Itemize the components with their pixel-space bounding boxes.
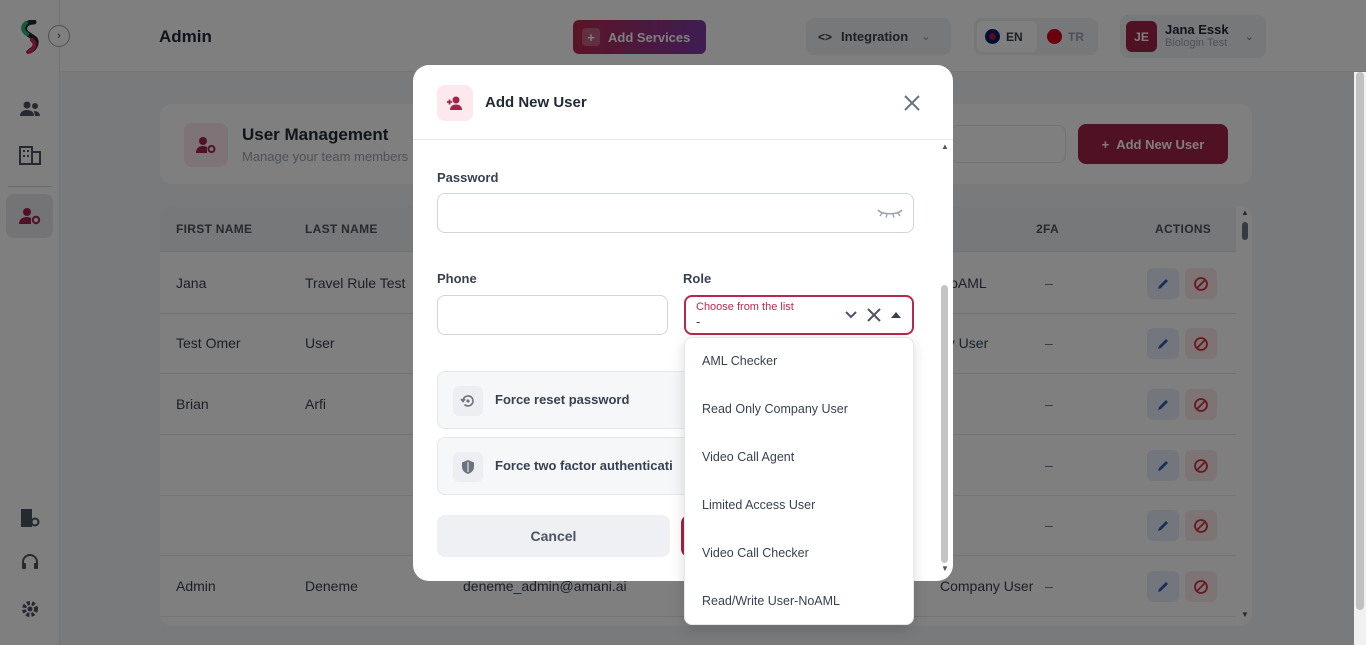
reset-password-icon	[453, 386, 483, 416]
password-label: Password	[437, 170, 499, 185]
force-reset-password-option[interactable]: Force reset password	[437, 371, 697, 429]
role-option[interactable]: Video Call Checker	[702, 546, 809, 560]
role-option[interactable]: Limited Access User	[702, 498, 815, 512]
role-option[interactable]: AML Checker	[702, 354, 777, 368]
chevron-down-icon[interactable]	[844, 310, 858, 320]
role-option[interactable]: Read/Write User-NoAML	[702, 594, 840, 608]
cancel-button[interactable]: Cancel	[437, 515, 670, 557]
shield-icon	[453, 452, 483, 482]
page-scrollbar[interactable]	[1354, 72, 1366, 645]
role-select[interactable]: Choose from the list -	[684, 295, 914, 335]
add-user-icon	[437, 85, 473, 121]
role-select-value: -	[696, 314, 701, 329]
modal-title: Add New User	[485, 94, 587, 111]
phone-field[interactable]	[437, 295, 668, 335]
role-select-controls	[844, 307, 902, 323]
force-2fa-label: Force two factor authenticati	[495, 458, 673, 473]
modal-header: Add New User	[413, 65, 953, 140]
role-options-list: AML Checker Read Only Company User Video…	[684, 337, 914, 625]
password-field[interactable]	[437, 193, 914, 233]
clear-icon[interactable]	[866, 307, 882, 323]
role-option[interactable]: Video Call Agent	[702, 450, 794, 464]
force-2fa-option[interactable]: Force two factor authenticati	[437, 437, 697, 495]
phone-label: Phone	[437, 271, 477, 286]
role-select-placeholder: Choose from the list	[696, 301, 794, 313]
eye-closed-icon[interactable]	[877, 206, 903, 220]
modal-scrollbar[interactable]: ▲ ▼	[939, 140, 951, 581]
role-label: Role	[683, 271, 712, 286]
role-option[interactable]: Read Only Company User	[702, 402, 848, 416]
caret-up-icon[interactable]	[890, 311, 902, 319]
force-reset-password-label: Force reset password	[495, 392, 630, 407]
close-icon[interactable]	[902, 93, 922, 113]
